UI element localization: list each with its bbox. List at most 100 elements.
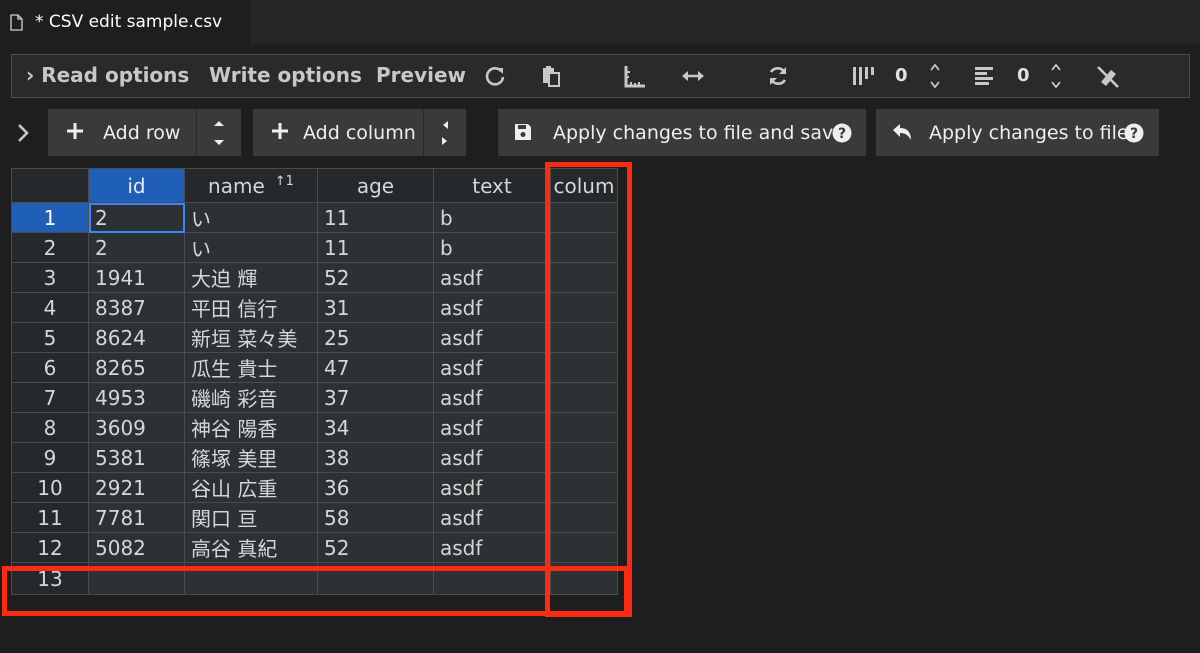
table-cell[interactable]: 新垣 菜々美	[184, 322, 318, 353]
table-cell[interactable]: 4953	[88, 382, 185, 413]
clipboard-icon[interactable]	[541, 65, 561, 87]
table-cell[interactable]: 36	[317, 472, 434, 503]
column-header[interactable]: age	[317, 168, 434, 203]
column-header[interactable]: colum	[550, 168, 618, 203]
row-header[interactable]: 5	[11, 322, 89, 353]
table-cell[interactable]: 31	[317, 292, 434, 323]
resize-horizontal-icon[interactable]	[681, 67, 705, 85]
add-row-position-stepper[interactable]	[196, 109, 241, 156]
corner-cell[interactable]	[11, 168, 89, 203]
fixed-rows-value[interactable]: 0	[1017, 65, 1030, 86]
table-cell[interactable]: 関口 亘	[184, 502, 318, 533]
table-cell[interactable]: asdf	[433, 412, 551, 443]
table-cell[interactable]: asdf	[433, 262, 551, 293]
table-cell[interactable]	[433, 562, 551, 595]
column-header[interactable]: id	[88, 168, 185, 203]
table-cell[interactable]: asdf	[433, 352, 551, 383]
table-cell[interactable]	[550, 382, 618, 413]
row-header[interactable]: 7	[11, 382, 89, 413]
table-cell[interactable]	[550, 562, 618, 595]
table-cell[interactable]: 磯崎 彩音	[184, 382, 318, 413]
table-cell[interactable]: asdf	[433, 442, 551, 473]
table-cell[interactable]: 11	[317, 202, 434, 233]
table-cell[interactable]: 37	[317, 382, 434, 413]
add-row-button[interactable]: Add row	[48, 109, 196, 156]
add-column-button[interactable]: Add column	[253, 109, 423, 156]
table-cell[interactable]	[550, 472, 618, 503]
table-cell[interactable]	[550, 322, 618, 353]
table-cell[interactable]: 2	[88, 202, 185, 233]
chevron-right-icon[interactable]	[17, 123, 29, 143]
table-cell[interactable]: い	[184, 202, 318, 233]
table-cell[interactable]: asdf	[433, 532, 551, 563]
preview-tab[interactable]: Preview	[376, 63, 466, 87]
fixed-columns-stepper-icon[interactable]	[929, 61, 941, 91]
table-cell[interactable]: 25	[317, 322, 434, 353]
apply-button[interactable]: Apply changes to file ?	[876, 109, 1159, 156]
table-cell[interactable]	[550, 532, 618, 563]
table-cell[interactable]: 3609	[88, 412, 185, 443]
clear-formatting-icon[interactable]	[1095, 64, 1121, 90]
add-column-position-stepper[interactable]	[423, 109, 466, 156]
table-cell[interactable]: 高谷 真紀	[184, 532, 318, 563]
table-cell[interactable]: 1941	[88, 262, 185, 293]
table-cell[interactable]: 5082	[88, 532, 185, 563]
reload-icon[interactable]	[484, 65, 506, 87]
row-header[interactable]: 3	[11, 262, 89, 293]
row-header[interactable]: 6	[11, 352, 89, 383]
table-cell[interactable]: 8265	[88, 352, 185, 383]
table-cell[interactable]	[550, 502, 618, 533]
table-cell[interactable]: 篠塚 美里	[184, 442, 318, 473]
table-cell[interactable]	[184, 562, 318, 595]
table-cell[interactable]	[550, 442, 618, 473]
table-cell[interactable]: 瓜生 貴士	[184, 352, 318, 383]
table-cell[interactable]: 7781	[88, 502, 185, 533]
help-icon[interactable]: ?	[832, 123, 852, 143]
sort-ascending-icon[interactable]: ↑1	[275, 174, 294, 189]
row-header[interactable]: 8	[11, 412, 89, 443]
table-cell[interactable]	[550, 352, 618, 383]
table-cell[interactable]: 平田 信行	[184, 292, 318, 323]
help-icon[interactable]: ?	[1124, 123, 1144, 143]
row-header[interactable]: 4	[11, 292, 89, 323]
fixed-columns-value[interactable]: 0	[895, 65, 908, 86]
write-options-tab[interactable]: Write options	[209, 63, 362, 87]
table-cell[interactable]: 11	[317, 232, 434, 263]
table-cell[interactable]	[550, 292, 618, 323]
table-cell[interactable]: b	[433, 232, 551, 263]
row-header[interactable]: 2	[11, 232, 89, 263]
table-cell[interactable]: 38	[317, 442, 434, 473]
table-cell[interactable]: asdf	[433, 382, 551, 413]
table-cell[interactable]: 52	[317, 262, 434, 293]
row-header[interactable]: 1	[11, 202, 89, 233]
table-cell[interactable]: 神谷 陽香	[184, 412, 318, 443]
fixed-rows-stepper-icon[interactable]	[1050, 61, 1062, 91]
row-header[interactable]: 13	[11, 562, 89, 595]
table-cell[interactable]: asdf	[433, 502, 551, 533]
table-cell[interactable]: 52	[317, 532, 434, 563]
table-cell[interactable]: asdf	[433, 472, 551, 503]
table-cell[interactable]: asdf	[433, 292, 551, 323]
table-cell[interactable]: 大迫 輝	[184, 262, 318, 293]
editor-tab[interactable]: * CSV edit sample.csv	[0, 0, 250, 44]
row-header[interactable]: 11	[11, 502, 89, 533]
table-cell[interactable]: 2	[88, 232, 185, 263]
table-cell[interactable]: asdf	[433, 322, 551, 353]
row-header[interactable]: 12	[11, 532, 89, 563]
table-cell[interactable]: い	[184, 232, 318, 263]
table-cell[interactable]: 8624	[88, 322, 185, 353]
column-header[interactable]: text	[433, 168, 551, 203]
table-cell[interactable]: 47	[317, 352, 434, 383]
table-cell[interactable]: 34	[317, 412, 434, 443]
column-header[interactable]: name ↑1	[184, 168, 318, 203]
table-cell[interactable]: 谷山 広重	[184, 472, 318, 503]
table-cell[interactable]	[550, 232, 618, 263]
table-cell[interactable]: 58	[317, 502, 434, 533]
apply-and-save-button[interactable]: Apply changes to file and save ?	[498, 109, 866, 156]
row-header[interactable]: 10	[11, 472, 89, 503]
table-cell[interactable]: 8387	[88, 292, 185, 323]
table-cell[interactable]	[317, 562, 434, 595]
sync-icon[interactable]	[767, 65, 789, 87]
table-cell[interactable]: 2921	[88, 472, 185, 503]
table-cell[interactable]	[550, 202, 618, 233]
